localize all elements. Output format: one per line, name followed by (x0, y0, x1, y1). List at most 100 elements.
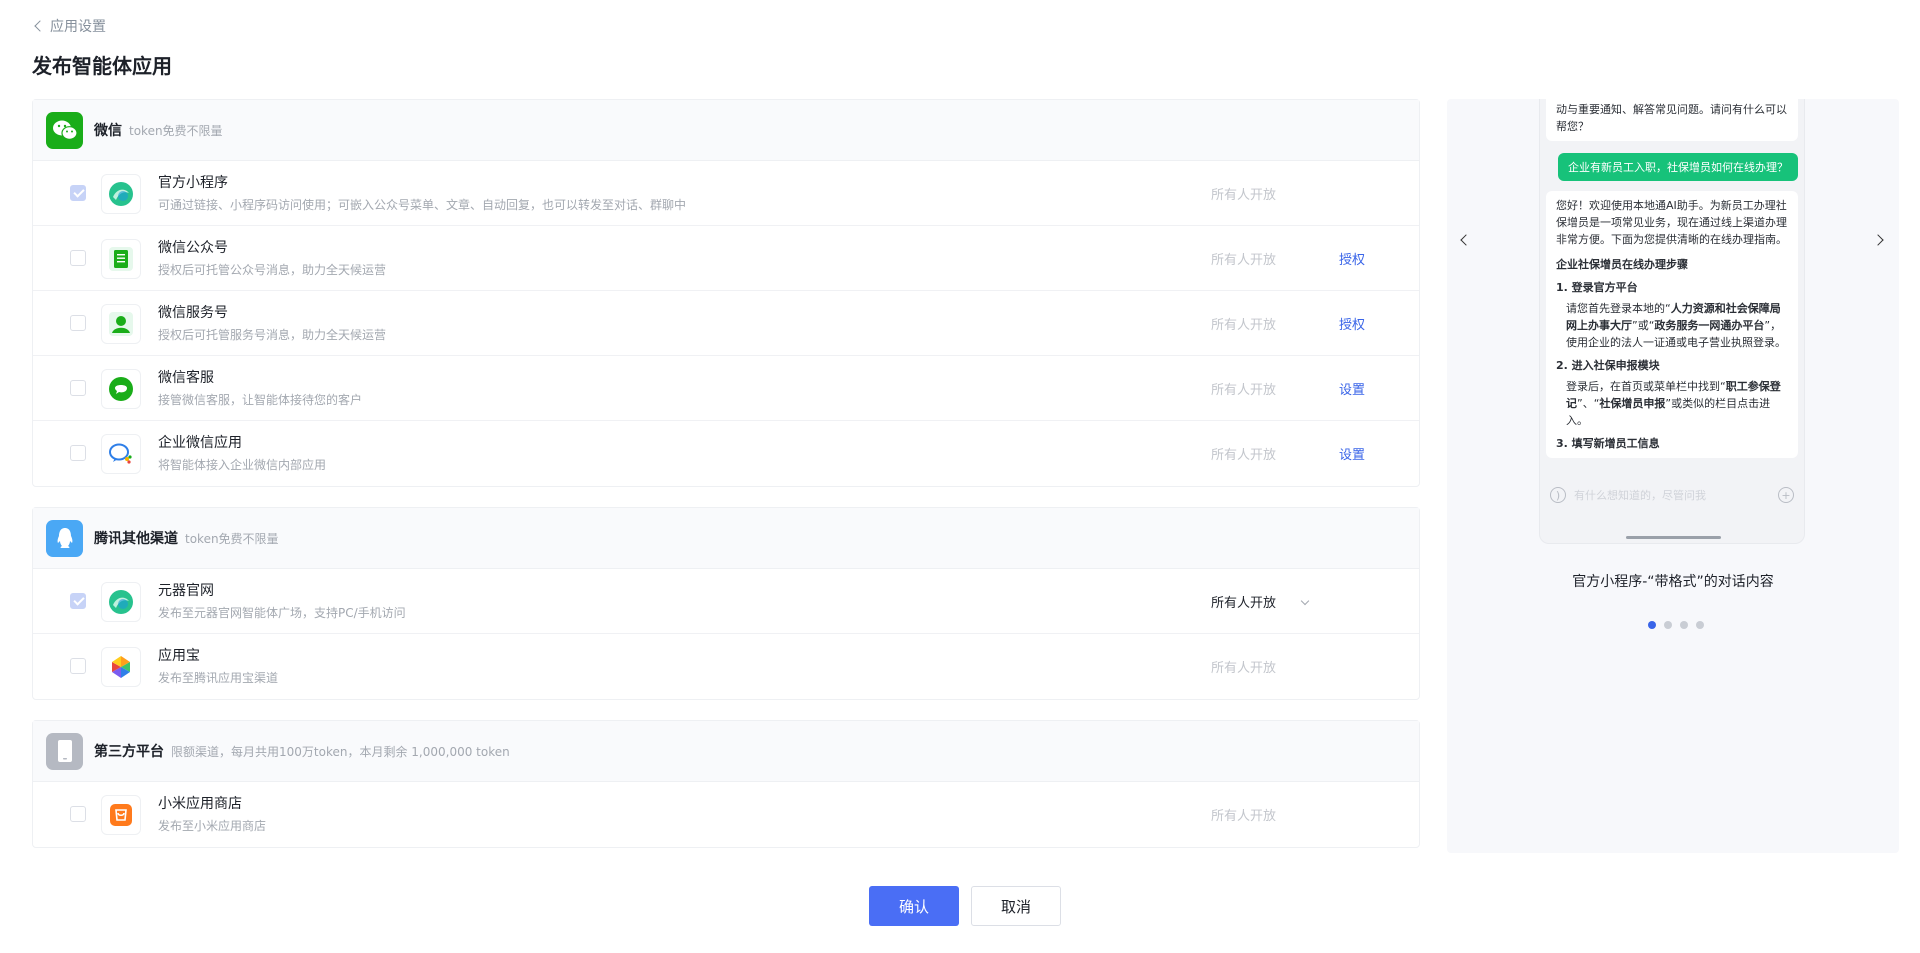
step-text: 请您首先登录本地的“ (1566, 302, 1671, 315)
channel-title: 微信公众号 (158, 240, 228, 256)
channel-title: 小米应用商店 (158, 796, 242, 812)
reply-heading: 企业社保增员在线办理步骤 (1556, 258, 1688, 271)
section-header: 第三方平台 限额渠道，每月共用100万token，本月剩余 1,000,000 … (33, 721, 1419, 782)
section-subtitle: 限额渠道，每月共用100万token，本月剩余 1,000,000 token (171, 744, 510, 759)
channel-row-service-account: 微信服务号 授权后可托管服务号消息，助力全天候运营 所有人开放 授权 (33, 291, 1419, 356)
access-scope: 所有人开放 (1211, 188, 1277, 203)
confirm-button[interactable]: 确认 (869, 886, 959, 926)
section-header: 微信 token免费不限量 (33, 100, 1419, 161)
section-wechat: 微信 token免费不限量 官方小程序 可通过链接、小程序码访问使用；可嵌入公众… (32, 99, 1420, 487)
chat-input: 有什么想知道的，尽管问我 (1574, 489, 1706, 502)
assistant-reply: 您好！欢迎使用本地通AI助手。为新员工办理社保增员是一项常见业务，现在通过线上渠… (1546, 191, 1798, 458)
reply-step-body: 登录后，在首页或菜单栏中找到“职工参保登记”、“社保增员申报”或类似的栏目点击进… (1556, 378, 1788, 429)
channel-row-app-store: 应用宝 发布至腾讯应用宝渠道 所有人开放 (33, 634, 1419, 699)
carousel-dot[interactable] (1664, 621, 1672, 629)
reply-step-body: 请您首先登录本地的“人力资源和社会保障局网上办事大厅”或“政务服务一网通办平台”… (1556, 300, 1788, 351)
reply-step-title: 2. 进入社保申报模块 (1556, 359, 1660, 372)
chat-input-bar: ) 有什么想知道的，尽管问我 + (1540, 477, 1804, 513)
settings-link[interactable]: 设置 (1339, 444, 1365, 463)
assistant-message: 动与重要通知、解答常见问题。请问有什么可以帮您？ (1546, 99, 1798, 141)
footer-actions: 确认 取消 (869, 886, 1061, 926)
chevron-left-icon[interactable] (1460, 234, 1472, 246)
yuanqi-logo-icon (101, 582, 141, 622)
authorize-link[interactable]: 授权 (1339, 314, 1365, 333)
channel-row-official-account: 微信公众号 授权后可托管公众号消息，助力全天候运营 所有人开放 授权 (33, 226, 1419, 291)
channel-title: 元器官网 (158, 583, 214, 599)
channel-desc: 将智能体接入企业微信内部应用 (158, 458, 327, 472)
section-third-party: 第三方平台 限额渠道，每月共用100万token，本月剩余 1,000,000 … (32, 720, 1420, 848)
access-scope: 所有人开放 (1211, 383, 1277, 398)
section-subtitle: token免费不限量 (185, 531, 279, 546)
qq-logo-icon (46, 519, 83, 557)
work-wechat-icon (101, 434, 141, 474)
step-text: ”或“ (1632, 319, 1655, 332)
channel-checkbox[interactable] (70, 380, 86, 396)
channel-list: 微信 token免费不限量 官方小程序 可通过链接、小程序码访问使用；可嵌入公众… (32, 99, 1420, 868)
access-scope: 所有人开放 (1211, 661, 1277, 676)
channel-desc: 发布至元器官网智能体广场，支持PC/手机访问 (158, 606, 406, 620)
page-title: 发布智能体应用 (32, 54, 172, 78)
access-scope-value: 所有人开放 (1211, 596, 1277, 611)
settings-link[interactable]: 设置 (1339, 379, 1365, 398)
section-subtitle: token免费不限量 (129, 123, 223, 138)
channel-title: 企业微信应用 (158, 435, 242, 451)
step-bold: 社保增员申报 (1599, 397, 1666, 410)
official-account-icon (101, 239, 141, 279)
access-scope: 所有人开放 (1211, 448, 1277, 463)
home-indicator (1626, 536, 1721, 539)
plus-icon: + (1778, 487, 1794, 503)
channel-title: 微信客服 (158, 370, 214, 386)
channel-checkbox[interactable] (70, 593, 86, 609)
access-scope: 所有人开放 (1211, 253, 1277, 268)
access-scope: 所有人开放 (1211, 318, 1277, 333)
voice-icon: ) (1550, 487, 1566, 503)
back-link-label: 应用设置 (50, 19, 106, 35)
access-scope-dropdown[interactable]: 所有人开放 (1211, 592, 1310, 611)
carousel-dot[interactable] (1680, 621, 1688, 629)
channel-checkbox[interactable] (70, 250, 86, 266)
channel-checkbox[interactable] (70, 806, 86, 822)
step-text: 登录后，在首页或菜单栏中找到“ (1566, 380, 1726, 393)
yuanqi-logo-icon (101, 174, 141, 214)
app-store-icon (101, 647, 141, 687)
service-account-icon (101, 304, 141, 344)
channel-row-mini-program: 官方小程序 可通过链接、小程序码访问使用；可嵌入公众号菜单、文章、自动回复，也可… (33, 161, 1419, 226)
carousel-dot[interactable] (1696, 621, 1704, 629)
user-message: 企业有新员工入职，社保增员如何在线办理？ (1558, 153, 1798, 181)
section-tencent: 腾讯其他渠道 token免费不限量 元器官网 发布至元器官网智能体广场，支持PC… (32, 507, 1420, 700)
phone-preview: 动与重要通知、解答常见问题。请问有什么可以帮您？ 企业有新员工入职，社保增员如何… (1539, 99, 1805, 544)
carousel-dots (1648, 621, 1704, 629)
customer-service-icon (101, 369, 141, 409)
xiaomi-store-icon (101, 795, 141, 835)
chevron-left-icon (34, 20, 46, 32)
reply-intro: 您好！欢迎使用本地通AI助手。为新员工办理社保增员是一项常见业务，现在通过线上渠… (1556, 199, 1787, 246)
channel-title: 微信服务号 (158, 305, 228, 321)
channel-row-xiaomi: 小米应用商店 发布至小米应用商店 所有人开放 (33, 782, 1419, 847)
carousel-dot[interactable] (1648, 621, 1656, 629)
chevron-down-icon (1300, 596, 1310, 606)
back-link[interactable]: 应用设置 (33, 16, 106, 36)
channel-checkbox[interactable] (70, 315, 86, 331)
channel-desc: 接管微信客服，让智能体接待您的客户 (158, 393, 363, 407)
access-scope: 所有人开放 (1211, 809, 1277, 824)
chevron-right-icon[interactable] (1872, 234, 1884, 246)
channel-desc: 授权后可托管服务号消息，助力全天候运营 (158, 328, 387, 342)
authorize-link[interactable]: 授权 (1339, 249, 1365, 268)
section-title: 腾讯其他渠道 (94, 531, 178, 547)
channel-checkbox[interactable] (70, 445, 86, 461)
channel-desc: 授权后可托管公众号消息，助力全天候运营 (158, 263, 387, 277)
preview-caption: 官方小程序-“带格式”的对话内容 (1572, 574, 1774, 590)
channel-desc: 可通过链接、小程序码访问使用；可嵌入公众号菜单、文章、自动回复，也可以转发至对话… (158, 198, 687, 212)
reply-step-title: 3. 填写新增员工信息 (1556, 437, 1660, 450)
section-header: 腾讯其他渠道 token免费不限量 (33, 508, 1419, 569)
channel-title: 应用宝 (158, 648, 200, 664)
cancel-button[interactable]: 取消 (971, 886, 1061, 926)
channel-row-work-wechat: 企业微信应用 将智能体接入企业微信内部应用 所有人开放 设置 (33, 421, 1419, 486)
preview-panel: 动与重要通知、解答常见问题。请问有什么可以帮您？ 企业有新员工入职，社保增员如何… (1447, 99, 1899, 853)
channel-checkbox[interactable] (70, 185, 86, 201)
phone-logo-icon (46, 732, 83, 770)
wechat-logo-icon (46, 111, 83, 149)
channel-desc: 发布至腾讯应用宝渠道 (158, 671, 279, 685)
reply-step-title: 1. 登录官方平台 (1556, 281, 1638, 294)
channel-checkbox[interactable] (70, 658, 86, 674)
